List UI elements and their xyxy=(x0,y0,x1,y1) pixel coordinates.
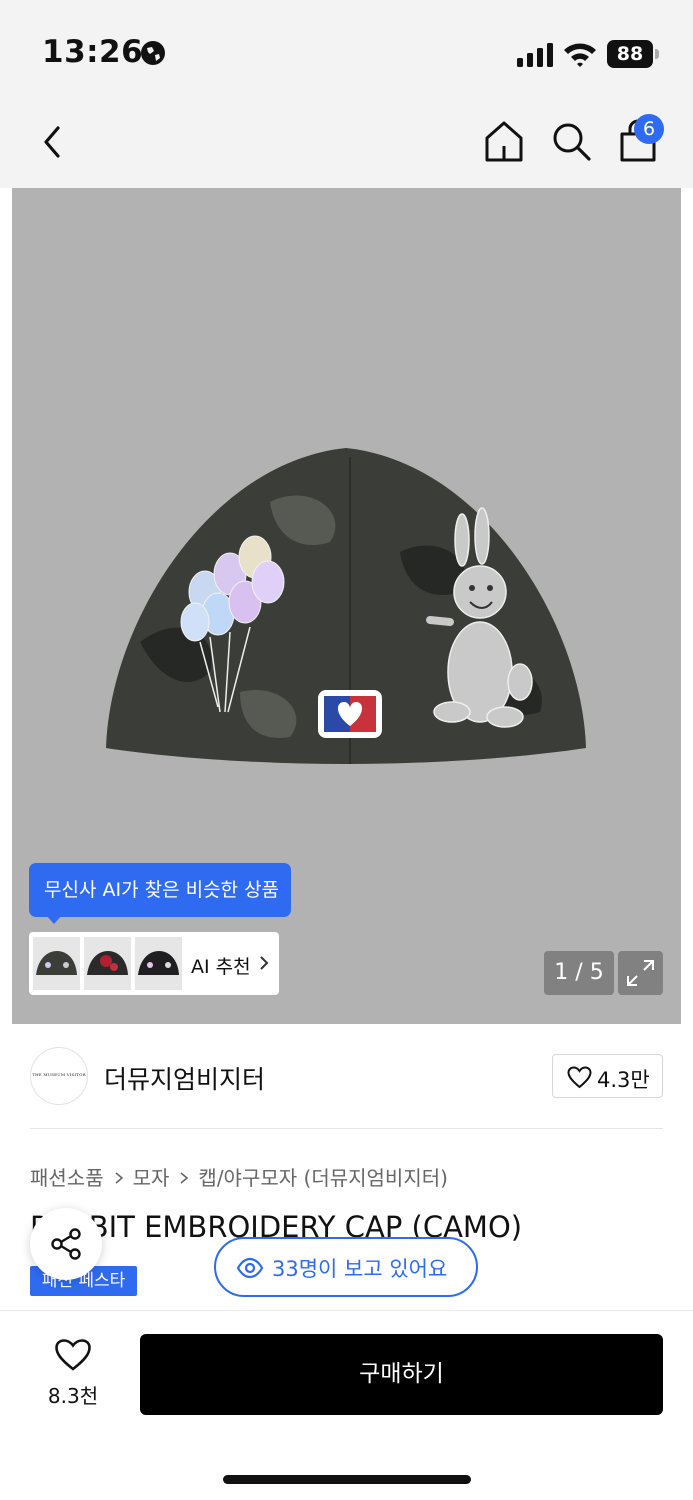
ai-thumbnail-3[interactable] xyxy=(135,937,182,990)
wishlist-button[interactable]: 8.3천 xyxy=(30,1330,116,1416)
heart-icon xyxy=(55,1339,91,1371)
expand-image-button[interactable] xyxy=(618,951,663,995)
chevron-right-icon xyxy=(180,1172,189,1184)
cap-thumbnail-icon xyxy=(87,951,128,975)
breadcrumb-item-hats[interactable]: 모자 xyxy=(133,1166,170,1190)
buy-button[interactable]: 구매하기 xyxy=(140,1334,663,1415)
brand-like-count: 4.3만 xyxy=(597,1068,650,1092)
signal-icon xyxy=(517,43,553,67)
breadcrumb-item-caps[interactable]: 캡/야구모자 (더뮤지엄비지터) xyxy=(198,1166,448,1190)
brand-like-button[interactable]: 4.3만 xyxy=(552,1054,663,1098)
cart-count-badge: 6 xyxy=(634,114,664,144)
ai-thumbnail-2[interactable] xyxy=(84,937,131,990)
globe-icon xyxy=(141,41,165,65)
search-icon[interactable] xyxy=(550,120,592,162)
tooltip-tail xyxy=(46,915,62,924)
status-time: 13:26 xyxy=(42,34,144,70)
back-icon[interactable] xyxy=(34,120,74,164)
expand-icon xyxy=(627,960,654,986)
chevron-right-icon xyxy=(260,956,269,970)
brand-logo-text: THE MUSEUM VISITOR xyxy=(32,1072,86,1077)
breadcrumb: 패션소품 모자 캡/야구모자 (더뮤지엄비지터) xyxy=(30,1162,448,1191)
brand-logo[interactable]: THE MUSEUM VISITOR xyxy=(30,1047,88,1105)
ai-recommend-tooltip[interactable]: 무신사 AI가 찾은 비슷한 상품 xyxy=(29,863,291,917)
eye-icon xyxy=(236,1257,264,1279)
nav-bar xyxy=(0,100,693,188)
share-icon xyxy=(51,1228,81,1260)
product-image-carousel[interactable]: 무신사 AI가 찾은 비슷한 상품 AI 추천 1 / 5 xyxy=(12,188,681,1024)
battery-level: 88 xyxy=(607,40,653,68)
battery-tip xyxy=(655,49,659,59)
heart-icon xyxy=(567,1066,592,1089)
product-photo xyxy=(106,448,586,764)
live-viewers-pill: 33명이 보고 있어요 xyxy=(214,1237,478,1297)
ai-recommend-card[interactable]: AI 추천 xyxy=(29,932,279,995)
image-page-counter: 1 / 5 xyxy=(544,951,614,995)
battery-icon: 88 xyxy=(607,40,659,68)
chevron-right-icon xyxy=(115,1172,123,1184)
wishlist-count: 8.3천 xyxy=(47,1384,99,1408)
home-icon[interactable] xyxy=(482,118,526,164)
ai-thumbnail-1[interactable] xyxy=(33,937,80,990)
status-bar: 13:26 88 xyxy=(0,0,693,100)
breadcrumb-item-fashion-accessories[interactable]: 패션소품 xyxy=(30,1166,104,1190)
wifi-icon xyxy=(564,43,596,67)
cap-thumbnail-icon xyxy=(36,951,77,975)
ai-recommend-label: AI 추천 xyxy=(191,956,251,978)
cap-thumbnail-icon xyxy=(138,951,179,975)
brand-name[interactable]: 더뮤지엄비지터 xyxy=(104,1060,265,1096)
divider xyxy=(30,1128,663,1129)
home-indicator xyxy=(223,1475,471,1484)
live-viewers-text: 33명이 보고 있어요 xyxy=(272,1257,448,1281)
share-button[interactable] xyxy=(30,1208,102,1280)
